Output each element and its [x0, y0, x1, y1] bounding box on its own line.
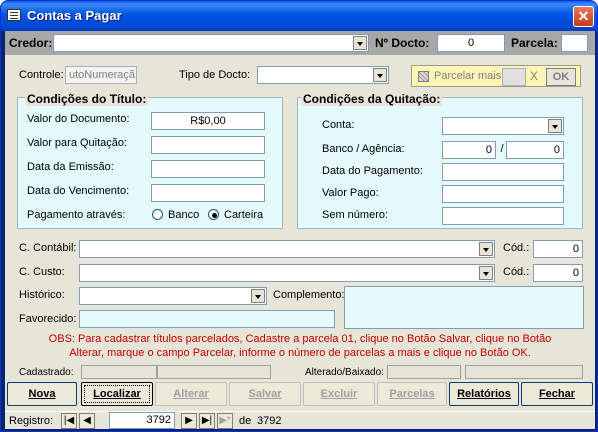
parcelar-field[interactable] — [502, 68, 526, 86]
complemento-field[interactable] — [344, 286, 584, 329]
last-record-icon[interactable]: ▶| — [199, 413, 215, 429]
titulo-heading: Condições do Título: — [25, 92, 149, 106]
favorecido-label: Favorecido: — [19, 313, 77, 325]
docto-label: Nº Docto: — [375, 36, 430, 50]
salvar-button[interactable]: Salvar — [229, 382, 301, 406]
record-navigator: Registro: |◀ ◀ 3792 ▶ ▶| ▶* de 3792 — [5, 411, 595, 429]
alterar-button[interactable]: Alterar — [155, 382, 227, 406]
quitacao-panel: Conta: Banco / Agência: 0 / 0 Data do Pa… — [297, 97, 583, 229]
cod1-label: Cód.: — [503, 242, 530, 254]
cod2-label: Cód.: — [503, 266, 530, 278]
of-label: de — [239, 415, 252, 427]
registro-label: Registro: — [9, 415, 54, 427]
cod2-field[interactable]: 0 — [533, 264, 583, 282]
banco-agencia-label: Banco / Agência: — [322, 143, 405, 155]
complemento-label: Complemento: — [273, 289, 345, 301]
tipo-docto-label: Tipo de Docto: — [179, 69, 251, 81]
parcela-field[interactable] — [561, 34, 588, 52]
c-custo-combo[interactable] — [79, 264, 495, 282]
next-record-icon[interactable]: ▶ — [181, 413, 197, 429]
obs-line-2: Alterar, marque o campo Parcelar, inform… — [69, 347, 531, 359]
sem-numero-field[interactable] — [442, 207, 564, 225]
new-record-icon[interactable]: ▶* — [217, 413, 233, 429]
chevron-down-icon[interactable] — [373, 68, 387, 82]
alterado-field-2 — [465, 365, 583, 379]
nova-button[interactable]: Nova — [7, 382, 77, 406]
chevron-down-icon[interactable] — [479, 266, 493, 280]
valor-quitacao-label: Valor para Quitação: — [27, 137, 128, 149]
historico-label: Histórico: — [19, 289, 65, 301]
data-pagamento-label: Data do Pagamento: — [322, 165, 423, 177]
close-icon: X — [530, 69, 539, 83]
valor-documento-field[interactable]: R$0,00 — [151, 112, 265, 130]
record-total: 3792 — [257, 415, 282, 427]
agencia-field[interactable]: 0 — [506, 141, 564, 159]
titulo-panel: Valor do Documento: R$0,00 Valor para Qu… — [17, 97, 283, 229]
cadastrado-field-2 — [157, 365, 271, 379]
parcelas-button[interactable]: Parcelas — [377, 382, 447, 406]
favorecido-field[interactable] — [79, 310, 335, 328]
window: Contas a Pagar ✕ Credor: Nº Docto: 0 Par… — [0, 0, 598, 432]
pagamento-label: Pagamento através: — [27, 209, 126, 221]
fechar-button[interactable]: Fechar — [521, 382, 593, 406]
banco-radio[interactable] — [152, 209, 163, 220]
chevron-down-icon[interactable] — [353, 36, 367, 50]
valor-pago-field[interactable] — [442, 185, 564, 203]
tipo-docto-combo[interactable] — [257, 66, 389, 84]
quitacao-heading: Condições da Quitação: — [301, 92, 443, 106]
valor-pago-label: Valor Pago: — [322, 187, 379, 199]
ok-button[interactable]: OK — [546, 68, 576, 86]
obs-line-1: OBS: Para cadastrar títulos parcelados, … — [48, 333, 552, 345]
c-custo-label: C. Custo: — [19, 266, 65, 278]
record-number-field[interactable]: 3792 — [109, 412, 175, 429]
conta-combo[interactable] — [442, 117, 564, 135]
parcelar-checkbox[interactable] — [418, 71, 429, 82]
localizar-button[interactable]: Localizar — [81, 382, 153, 406]
title-bar[interactable]: Contas a Pagar ✕ — [1, 1, 597, 31]
carteira-option-label: Carteira — [224, 209, 264, 221]
carteira-radio[interactable] — [208, 209, 219, 220]
controle-field: utoNumeraçã — [65, 66, 137, 84]
c-contabil-label: C. Contábil: — [19, 242, 77, 254]
button-bar: Nova Localizar Alterar Salvar Excluir Pa… — [5, 382, 595, 410]
alterado-field-1 — [387, 365, 461, 379]
parcelar-box: Parcelar mais X OK — [411, 65, 581, 87]
credor-bar: Credor: Nº Docto: 0 Parcela: — [5, 31, 595, 55]
credor-combo[interactable] — [53, 34, 369, 52]
c-contabil-combo[interactable] — [79, 240, 495, 258]
relatorios-button[interactable]: Relatórios — [449, 382, 519, 406]
chevron-down-icon[interactable] — [479, 242, 493, 256]
cadastrado-label: Cadastrado: — [19, 367, 74, 378]
chevron-down-icon[interactable] — [548, 119, 562, 133]
banco-option-label: Banco — [168, 209, 200, 221]
valor-documento-label: Valor do Documento: — [27, 113, 130, 125]
banco-field[interactable]: 0 — [442, 141, 496, 159]
valor-quitacao-field[interactable] — [151, 136, 265, 154]
chevron-down-icon[interactable] — [251, 289, 265, 303]
cadastrado-field-1 — [81, 365, 157, 379]
form-body: Credor: Nº Docto: 0 Parcela: Controle: u… — [5, 31, 595, 429]
window-title: Contas a Pagar — [27, 8, 122, 23]
data-vencimento-field[interactable] — [151, 184, 265, 202]
parcela-label: Parcela: — [511, 36, 558, 50]
first-record-icon[interactable]: |◀ — [61, 413, 77, 429]
parcelar-label: Parcelar mais — [434, 70, 502, 82]
controle-label: Controle: — [19, 69, 64, 81]
docto-field[interactable]: 0 — [437, 34, 505, 52]
alterado-label: Alterado/Baixado: — [305, 367, 384, 378]
sem-numero-label: Sem número: — [322, 209, 389, 221]
close-button[interactable]: ✕ — [573, 6, 594, 27]
credor-label: Credor: — [9, 36, 53, 50]
data-emissao-label: Data da Emissão: — [27, 161, 114, 173]
form-icon — [7, 9, 21, 21]
prev-record-icon[interactable]: ◀ — [79, 413, 95, 429]
excluir-button[interactable]: Excluir — [303, 382, 375, 406]
data-pagamento-field[interactable] — [442, 163, 564, 181]
conta-label: Conta: — [322, 119, 355, 131]
cod1-field[interactable]: 0 — [533, 240, 583, 258]
historico-combo[interactable] — [79, 287, 267, 305]
data-emissao-field[interactable] — [151, 160, 265, 178]
data-vencimento-label: Data do Vencimento: — [27, 185, 130, 197]
